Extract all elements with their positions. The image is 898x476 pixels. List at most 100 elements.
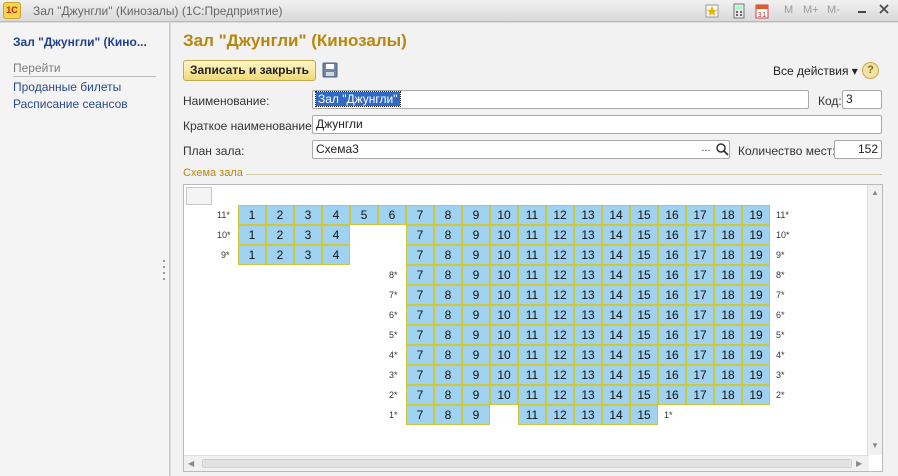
seat-row10-10[interactable]: 10 bbox=[490, 225, 518, 245]
seat-row9-14[interactable]: 14 bbox=[602, 245, 630, 265]
seat-row2-16[interactable]: 16 bbox=[658, 385, 686, 405]
seat-row10-4[interactable]: 4 bbox=[322, 225, 350, 245]
seat-row2-11[interactable]: 11 bbox=[518, 385, 546, 405]
seat-row5-10[interactable]: 10 bbox=[490, 325, 518, 345]
seat-row11-1[interactable]: 1 bbox=[238, 205, 266, 225]
seat-row2-15[interactable]: 15 bbox=[630, 385, 658, 405]
seat-row3-7[interactable]: 7 bbox=[406, 365, 434, 385]
seat-row2-18[interactable]: 18 bbox=[714, 385, 742, 405]
horizontal-scrollbar[interactable]: ◀ ▶ bbox=[184, 455, 869, 471]
seat-row7-11[interactable]: 11 bbox=[518, 285, 546, 305]
calendar-icon[interactable]: 31 bbox=[754, 3, 770, 19]
seat-row2-7[interactable]: 7 bbox=[406, 385, 434, 405]
seat-row3-9[interactable]: 9 bbox=[462, 365, 490, 385]
seat-row10-7[interactable]: 7 bbox=[406, 225, 434, 245]
seat-row6-11[interactable]: 11 bbox=[518, 305, 546, 325]
seat-row7-7[interactable]: 7 bbox=[406, 285, 434, 305]
seat-row6-16[interactable]: 16 bbox=[658, 305, 686, 325]
seat-row7-12[interactable]: 12 bbox=[546, 285, 574, 305]
seat-row6-8[interactable]: 8 bbox=[434, 305, 462, 325]
seat-row9-15[interactable]: 15 bbox=[630, 245, 658, 265]
calculator-icon[interactable] bbox=[731, 3, 747, 19]
seat-row11-2[interactable]: 2 bbox=[266, 205, 294, 225]
seat-row11-11[interactable]: 11 bbox=[518, 205, 546, 225]
seat-row6-9[interactable]: 9 bbox=[462, 305, 490, 325]
seat-row10-14[interactable]: 14 bbox=[602, 225, 630, 245]
seat-row11-17[interactable]: 17 bbox=[686, 205, 714, 225]
seat-row10-12[interactable]: 12 bbox=[546, 225, 574, 245]
seat-row4-16[interactable]: 16 bbox=[658, 345, 686, 365]
seat-row4-14[interactable]: 14 bbox=[602, 345, 630, 365]
seat-row5-9[interactable]: 9 bbox=[462, 325, 490, 345]
seat-row5-14[interactable]: 14 bbox=[602, 325, 630, 345]
seat-row3-11[interactable]: 11 bbox=[518, 365, 546, 385]
seat-row3-17[interactable]: 17 bbox=[686, 365, 714, 385]
seat-row6-14[interactable]: 14 bbox=[602, 305, 630, 325]
seat-row11-10[interactable]: 10 bbox=[490, 205, 518, 225]
seat-row11-18[interactable]: 18 bbox=[714, 205, 742, 225]
seat-row11-3[interactable]: 3 bbox=[294, 205, 322, 225]
seat-row9-12[interactable]: 12 bbox=[546, 245, 574, 265]
seat-row4-7[interactable]: 7 bbox=[406, 345, 434, 365]
minimize-button[interactable] bbox=[853, 2, 871, 18]
seat-row8-15[interactable]: 15 bbox=[630, 265, 658, 285]
seat-row5-15[interactable]: 15 bbox=[630, 325, 658, 345]
seat-row10-3[interactable]: 3 bbox=[294, 225, 322, 245]
seat-row3-18[interactable]: 18 bbox=[714, 365, 742, 385]
seat-row10-15[interactable]: 15 bbox=[630, 225, 658, 245]
seat-row11-16[interactable]: 16 bbox=[658, 205, 686, 225]
seat-row2-17[interactable]: 17 bbox=[686, 385, 714, 405]
seat-row8-7[interactable]: 7 bbox=[406, 265, 434, 285]
seat-row1-13[interactable]: 13 bbox=[574, 405, 602, 425]
seat-row10-18[interactable]: 18 bbox=[714, 225, 742, 245]
seat-row4-19[interactable]: 19 bbox=[742, 345, 770, 365]
hall-scheme[interactable]: 1 2 3 4 5 6 7 8 9 10 11 12 13 14 15 16 17 18 19 11* 11* 1 2 3 4 7… bbox=[183, 184, 883, 472]
panel-splitter[interactable] bbox=[163, 260, 167, 288]
seat-row8-8[interactable]: 8 bbox=[434, 265, 462, 285]
seat-row7-17[interactable]: 17 bbox=[686, 285, 714, 305]
seat-row11-5[interactable]: 5 bbox=[350, 205, 378, 225]
seat-row6-13[interactable]: 13 bbox=[574, 305, 602, 325]
seat-row7-13[interactable]: 13 bbox=[574, 285, 602, 305]
save-and-close-button[interactable]: Записать и закрыть bbox=[183, 60, 316, 81]
seat-row4-17[interactable]: 17 bbox=[686, 345, 714, 365]
all-actions-menu[interactable]: Все действия ▾ bbox=[773, 64, 858, 78]
seat-row11-6[interactable]: 6 bbox=[378, 205, 406, 225]
seat-row7-16[interactable]: 16 bbox=[658, 285, 686, 305]
seat-row3-16[interactable]: 16 bbox=[658, 365, 686, 385]
scroll-down-icon[interactable]: ▼ bbox=[871, 441, 879, 450]
seat-row7-14[interactable]: 14 bbox=[602, 285, 630, 305]
vertical-scrollbar[interactable]: ▲ ▼ bbox=[867, 185, 882, 455]
seat-row11-12[interactable]: 12 bbox=[546, 205, 574, 225]
seat-row8-17[interactable]: 17 bbox=[686, 265, 714, 285]
seat-row9-4[interactable]: 4 bbox=[322, 245, 350, 265]
nav-link-sold-tickets[interactable]: Проданные билеты bbox=[13, 80, 121, 94]
seat-row3-13[interactable]: 13 bbox=[574, 365, 602, 385]
seat-row9-1[interactable]: 1 bbox=[238, 245, 266, 265]
seat-row9-16[interactable]: 16 bbox=[658, 245, 686, 265]
scroll-right-icon[interactable]: ▶ bbox=[856, 459, 862, 468]
seat-row2-9[interactable]: 9 bbox=[462, 385, 490, 405]
seat-row8-13[interactable]: 13 bbox=[574, 265, 602, 285]
scroll-up-icon[interactable]: ▲ bbox=[871, 188, 879, 197]
seat-row5-13[interactable]: 13 bbox=[574, 325, 602, 345]
seat-row11-4[interactable]: 4 bbox=[322, 205, 350, 225]
seat-row7-18[interactable]: 18 bbox=[714, 285, 742, 305]
seat-row4-9[interactable]: 9 bbox=[462, 345, 490, 365]
seat-row4-18[interactable]: 18 bbox=[714, 345, 742, 365]
seat-row10-11[interactable]: 11 bbox=[518, 225, 546, 245]
seat-row5-8[interactable]: 8 bbox=[434, 325, 462, 345]
seat-row10-16[interactable]: 16 bbox=[658, 225, 686, 245]
seat-row4-13[interactable]: 13 bbox=[574, 345, 602, 365]
seat-row2-12[interactable]: 12 bbox=[546, 385, 574, 405]
seat-row9-2[interactable]: 2 bbox=[266, 245, 294, 265]
seat-row10-17[interactable]: 17 bbox=[686, 225, 714, 245]
seat-row7-8[interactable]: 8 bbox=[434, 285, 462, 305]
seat-row2-10[interactable]: 10 bbox=[490, 385, 518, 405]
seat-row6-10[interactable]: 10 bbox=[490, 305, 518, 325]
scheme-corner-cell[interactable] bbox=[186, 187, 212, 205]
seat-row11-8[interactable]: 8 bbox=[434, 205, 462, 225]
seat-row10-8[interactable]: 8 bbox=[434, 225, 462, 245]
close-button[interactable] bbox=[875, 2, 893, 18]
seat-row3-8[interactable]: 8 bbox=[434, 365, 462, 385]
